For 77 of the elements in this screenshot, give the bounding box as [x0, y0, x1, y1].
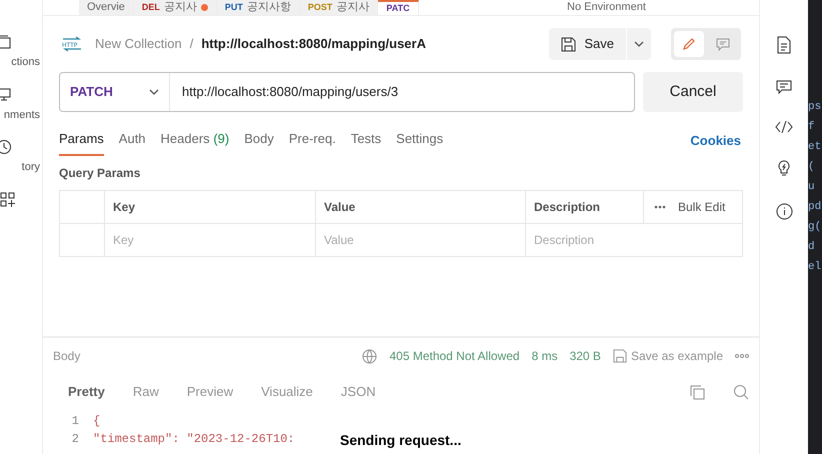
edit-button[interactable] — [674, 31, 704, 57]
code-line: "timestamp": "2023-12-26T10: — [93, 431, 295, 448]
request-option-tab[interactable]: Auth — [118, 128, 146, 156]
monitor-icon[interactable] — [0, 86, 12, 102]
code-fragment: ps — [808, 100, 822, 114]
chevron-down-icon — [634, 41, 644, 47]
response-view-tab[interactable]: Pretty — [68, 382, 105, 402]
more-icon[interactable] — [735, 354, 749, 358]
time-text: 8 ms — [532, 348, 558, 365]
request-tab[interactable]: DEL 공지사 — [134, 0, 217, 15]
request-option-tab[interactable]: Body — [244, 128, 274, 156]
code-fragment: f — [808, 120, 816, 134]
globe-icon — [362, 348, 378, 364]
sidebar-label[interactable]: tory — [22, 159, 40, 176]
request-tab[interactable]: PUT 공지사항 — [216, 0, 300, 15]
code-fragment: u — [808, 180, 816, 194]
param-input[interactable]: Description — [526, 224, 742, 256]
copy-icon[interactable] — [690, 384, 705, 400]
loading-message: Sending request... — [340, 431, 462, 450]
request-option-tab[interactable]: Tests — [350, 128, 382, 156]
comment-icon[interactable] — [776, 80, 792, 95]
request-option-tab[interactable]: Params — [59, 128, 104, 156]
collection-link[interactable]: New Collection — [95, 34, 182, 54]
section-title: Query Params — [59, 165, 142, 182]
status-text: 405 Method Not Allowed — [389, 348, 520, 365]
line-number: 2 — [70, 431, 80, 448]
code-fragment: d — [808, 240, 816, 254]
response-view-tab[interactable]: Preview — [186, 382, 234, 402]
format-dropdown[interactable]: JSON — [340, 382, 376, 402]
method-dropdown[interactable]: PATCH — [60, 73, 170, 111]
param-input[interactable]: Key — [105, 224, 316, 256]
code-icon[interactable] — [775, 121, 793, 133]
comment-icon — [716, 38, 730, 50]
sidebar-label[interactable]: ctions — [11, 54, 40, 70]
box-icon[interactable] — [0, 34, 12, 50]
request-tab[interactable]: Overvie — [79, 0, 134, 15]
add-blocks-icon[interactable] — [0, 192, 16, 208]
code-fragment: pd — [808, 200, 822, 214]
url-bar[interactable]: PATCH http://localhost:8080/mapping/users/3 — [59, 72, 635, 112]
cancel-button[interactable]: Cancel — [643, 72, 743, 112]
request-option-tab[interactable]: Headers (9) — [160, 128, 230, 156]
request-name: http://localhost:8080/mapping/userA — [201, 35, 426, 54]
save-icon — [612, 349, 627, 363]
code-fragment: g( — [808, 220, 822, 234]
request-tab[interactable]: POST 공지사 — [300, 0, 378, 15]
code-fragment: ( — [808, 160, 816, 174]
response-view-tab[interactable]: Visualize — [261, 382, 313, 402]
response-view-tab[interactable]: Raw — [132, 382, 159, 402]
size-text: 320 B — [570, 348, 601, 365]
line-number: 1 — [70, 413, 80, 430]
pencil-icon — [682, 37, 696, 51]
save-icon — [561, 36, 576, 52]
save-button[interactable]: Save — [549, 28, 626, 60]
bulk-edit-link[interactable]: Bulk Edit — [678, 198, 726, 216]
save-example-button[interactable]: Save as example — [630, 347, 723, 365]
code-fragment: et — [808, 140, 822, 154]
breadcrumb-separator: / — [190, 35, 194, 54]
clock-icon[interactable] — [0, 139, 12, 155]
column-header: Value — [316, 191, 526, 223]
column-header: Description — [526, 191, 644, 223]
param-input[interactable]: Value — [316, 224, 526, 256]
code-fragment: el — [808, 260, 822, 274]
document-icon[interactable] — [777, 36, 791, 54]
sidebar-label[interactable]: nments — [4, 106, 40, 123]
response-body-dropdown[interactable]: Body — [53, 347, 80, 365]
search-icon[interactable] — [733, 384, 749, 400]
info-icon[interactable] — [776, 203, 792, 220]
cookies-link[interactable]: Cookies — [690, 130, 741, 156]
request-option-tab[interactable]: Settings — [396, 128, 444, 156]
column-header: Key — [105, 191, 316, 223]
environment-dropdown[interactable]: No Environment — [559, 0, 759, 15]
lightbulb-icon[interactable] — [776, 159, 792, 177]
chevron-down-icon — [149, 89, 159, 95]
request-tab[interactable]: PATC — [378, 0, 419, 15]
code-line: { — [93, 413, 100, 430]
more-icon[interactable] — [654, 205, 666, 209]
request-option-tab[interactable]: Pre-req. — [288, 128, 336, 156]
